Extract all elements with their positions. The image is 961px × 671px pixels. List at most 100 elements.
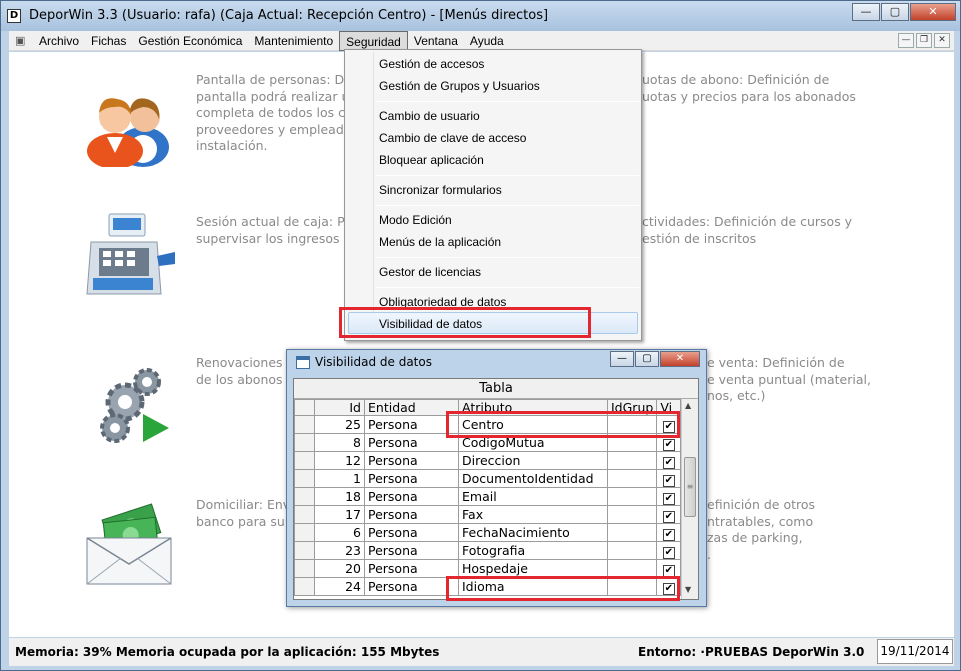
menu-ventana[interactable]: Ventana — [408, 31, 464, 51]
menu-seguridad[interactable]: Seguridad — [339, 31, 408, 51]
cell-atributo[interactable]: Email — [458, 487, 608, 506]
menu-item-cambio-de-usuario[interactable]: Cambio de usuario — [379, 106, 480, 126]
cell-idgrup[interactable] — [606, 523, 658, 542]
cell-idgrup[interactable] — [606, 559, 658, 578]
cell-entidad[interactable]: Persona — [364, 577, 459, 596]
menu-archivo[interactable]: Archivo — [33, 31, 85, 51]
cell-visible[interactable]: ✔ — [656, 487, 682, 506]
row-indicator[interactable] — [294, 523, 315, 542]
tile-caja-text[interactable]: Sesión actual de caja: Pa supervisar los… — [196, 214, 352, 247]
cell-id[interactable]: 8 — [314, 433, 365, 452]
cell-atributo[interactable]: FechaNacimiento — [458, 523, 608, 542]
cell-visible[interactable]: ✔ — [656, 523, 682, 542]
mdi-child-icon[interactable]: ▣ — [15, 34, 29, 48]
table-row[interactable]: 12 Persona Direccion ✔ — [294, 451, 682, 470]
money-envelope-icon[interactable] — [81, 498, 181, 588]
cell-id[interactable]: 6 — [314, 523, 365, 542]
table-row[interactable]: 6 Persona FechaNacimiento ✔ — [294, 523, 682, 542]
cell-atributo[interactable]: Fotografia — [458, 541, 608, 560]
cell-id[interactable]: 20 — [314, 559, 365, 578]
cell-id[interactable]: 18 — [314, 487, 365, 506]
cell-idgrup[interactable] — [606, 487, 658, 506]
visible-checkbox[interactable]: ✔ — [662, 564, 675, 577]
cell-id[interactable]: 12 — [314, 451, 365, 470]
row-indicator[interactable] — [294, 469, 315, 488]
col-id-header[interactable]: Id — [314, 399, 365, 416]
cell-id[interactable]: 23 — [314, 541, 365, 560]
cell-id[interactable]: 24 — [314, 577, 365, 596]
cell-visible[interactable]: ✔ — [656, 505, 682, 524]
cell-id[interactable]: 25 — [314, 415, 365, 434]
cell-idgrup[interactable] — [606, 541, 658, 560]
visible-checkbox[interactable]: ✔ — [662, 528, 675, 541]
gears-play-icon[interactable] — [81, 360, 181, 450]
menu-item-gestion-de-grupos-y-usuarios[interactable]: Gestión de Grupos y Usuarios — [379, 76, 540, 96]
cell-idgrup[interactable] — [606, 469, 658, 488]
row-indicator[interactable] — [294, 433, 315, 452]
menu-fichas[interactable]: Fichas — [85, 31, 132, 51]
cell-atributo[interactable]: DocumentoIdentidad — [458, 469, 608, 488]
table-row[interactable]: 20 Persona Hospedaje ✔ — [294, 559, 682, 578]
mdi-close-button[interactable]: ✕ — [934, 33, 950, 48]
table-row[interactable]: 23 Persona Fotografia ✔ — [294, 541, 682, 560]
menu-item-menus-de-la-aplicacion[interactable]: Menús de la aplicación — [379, 232, 501, 252]
scroll-down-icon[interactable]: ▼ — [685, 585, 691, 594]
tile-domiciliar-text[interactable]: Domiciliar: Envi banco para su c — [196, 497, 296, 530]
tile-actividades-text[interactable]: ctividades: Definición de cursos y estió… — [642, 214, 852, 247]
visible-checkbox[interactable]: ✔ — [662, 474, 675, 487]
cell-entidad[interactable]: Persona — [364, 505, 459, 524]
tile-cuotas-text[interactable]: uotas de abono: Definición de uotas y pr… — [642, 72, 856, 105]
scroll-up-icon[interactable]: ▲ — [685, 401, 691, 410]
cell-entidad[interactable]: Persona — [364, 433, 459, 452]
app-icon[interactable]: D — [7, 9, 21, 23]
tile-otros-text[interactable]: efinición de otros ntratables, como zas … — [707, 497, 815, 563]
cell-entidad[interactable]: Persona — [364, 415, 459, 434]
menu-mantenimiento[interactable]: Mantenimiento — [248, 31, 339, 51]
cell-idgrup[interactable] — [606, 505, 658, 524]
row-indicator[interactable] — [294, 505, 315, 524]
row-indicator[interactable] — [294, 541, 315, 560]
sub-minimize-button[interactable]: — — [610, 351, 634, 367]
cell-entidad[interactable]: Persona — [364, 469, 459, 488]
visible-checkbox[interactable]: ✔ — [662, 546, 675, 559]
cell-entidad[interactable]: Persona — [364, 541, 459, 560]
menu-gesti-n-econ-mica[interactable]: Gestión Económica — [132, 31, 248, 51]
cash-register-icon[interactable] — [79, 212, 179, 302]
visible-checkbox[interactable]: ✔ — [662, 456, 675, 469]
menu-item-cambio-de-clave-de-acceso[interactable]: Cambio de clave de acceso — [379, 128, 526, 148]
row-indicator[interactable] — [294, 451, 315, 470]
menu-item-bloquear-aplicacion[interactable]: Bloquear aplicación — [379, 150, 484, 170]
cell-atributo[interactable]: Hospedaje — [458, 559, 608, 578]
mdi-minimize-button[interactable]: — — [898, 33, 914, 48]
cell-visible[interactable]: ✔ — [656, 469, 682, 488]
mdi-restore-button[interactable]: ❐ — [916, 33, 932, 48]
table-row[interactable]: 17 Persona Fax ✔ — [294, 505, 682, 524]
tile-renovaciones-text[interactable]: Renovaciones de los abonos — [196, 355, 283, 388]
menu-item-gestion-de-accesos[interactable]: Gestión de accesos — [379, 54, 484, 74]
menu-item-gestor-de-licencias[interactable]: Gestor de licencias — [379, 262, 481, 282]
cell-visible[interactable]: ✔ — [656, 541, 682, 560]
visible-checkbox[interactable]: ✔ — [662, 510, 675, 523]
cell-idgrup[interactable] — [606, 451, 658, 470]
row-indicator[interactable] — [294, 415, 315, 434]
minimize-button[interactable]: — — [852, 3, 880, 21]
cell-entidad[interactable]: Persona — [364, 487, 459, 506]
col-entidad-header[interactable]: Entidad — [364, 399, 459, 416]
menu-item-modo-edicion[interactable]: Modo Edición — [379, 210, 452, 230]
cell-visible[interactable]: ✔ — [656, 451, 682, 470]
cell-atributo[interactable]: Fax — [458, 505, 608, 524]
close-button[interactable]: ✕ — [910, 3, 956, 21]
visible-checkbox[interactable]: ✔ — [662, 492, 675, 505]
maximize-button[interactable]: ▢ — [881, 3, 909, 21]
tile-personas-text[interactable]: Pantalla de personas: De pantalla podrá … — [196, 72, 357, 155]
cell-entidad[interactable]: Persona — [364, 559, 459, 578]
vertical-scrollbar[interactable]: ▲ ≡ ▼ — [681, 399, 698, 599]
cell-entidad[interactable]: Persona — [364, 451, 459, 470]
menu-item-sincronizar-formularios[interactable]: Sincronizar formularios — [379, 180, 502, 200]
cell-id[interactable]: 17 — [314, 505, 365, 524]
cell-entidad[interactable]: Persona — [364, 523, 459, 542]
row-indicator[interactable] — [294, 559, 315, 578]
sub-maximize-button[interactable]: ▢ — [635, 351, 659, 367]
sub-close-button[interactable]: ✕ — [660, 351, 700, 367]
table-row[interactable]: 18 Persona Email ✔ — [294, 487, 682, 506]
